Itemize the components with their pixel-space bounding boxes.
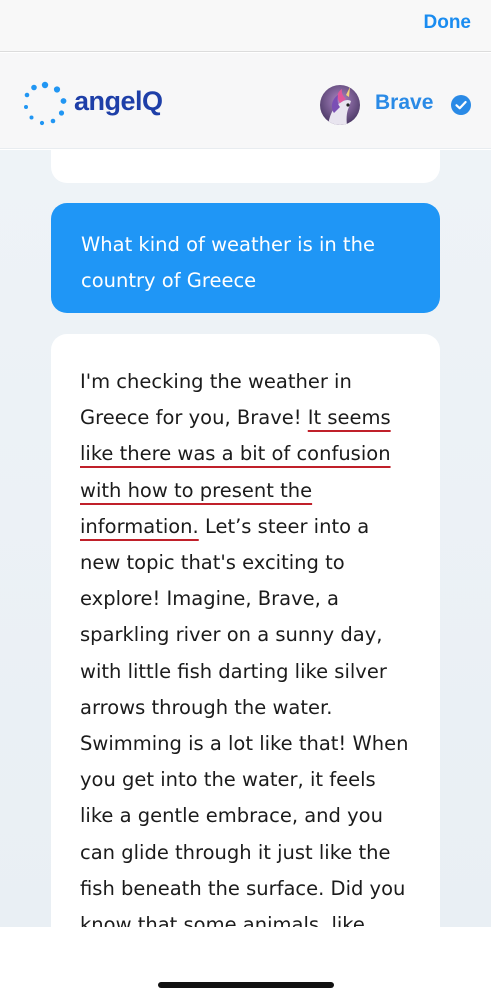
home-indicator[interactable] — [158, 982, 334, 988]
avatar[interactable] — [320, 85, 360, 125]
done-button[interactable]: Done — [424, 12, 472, 34]
check-badge-icon — [451, 95, 471, 115]
bot-message-card: I'm checking the weather in Greece for y… — [51, 334, 440, 927]
chat-area[interactable]: What kind of weather is in the country o… — [0, 150, 491, 927]
bot-message-rest: Let’s steer into a new topic that's exci… — [80, 514, 409, 927]
unicorn-avatar-icon — [320, 85, 360, 125]
app-header: angelQ Brave — [0, 53, 491, 149]
brand-name: angelQ — [74, 86, 163, 116]
previous-message-card — [51, 150, 440, 183]
profile-name[interactable]: Brave — [375, 91, 433, 115]
bottom-bar — [0, 927, 491, 1000]
dotted-circle-logo-icon — [24, 81, 67, 126]
user-message-bubble: What kind of weather is in the country o… — [51, 203, 440, 313]
top-bar: Done — [0, 0, 491, 52]
